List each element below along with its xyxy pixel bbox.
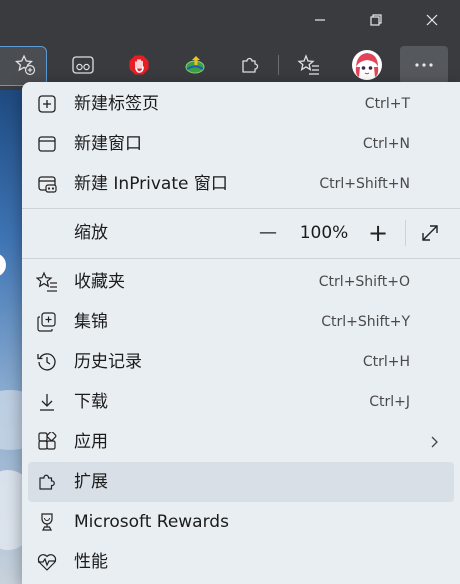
menu-divider: [22, 258, 460, 259]
menu-item-favorites[interactable]: 收藏夹 Ctrl+Shift+O: [22, 262, 460, 302]
settings-and-more-menu: 新建标签页 Ctrl+T 新建窗口 Ctrl+N 新建 InPrivate 窗口…: [22, 82, 460, 584]
favorites-button[interactable]: [292, 48, 326, 82]
zoom-in-button[interactable]: +: [364, 212, 392, 254]
full-screen-button[interactable]: [418, 222, 442, 244]
close-button[interactable]: [404, 0, 460, 40]
favorite-star-add-icon: [14, 54, 36, 76]
collections-icon: [36, 311, 58, 333]
menu-item-shortcut: Ctrl+Shift+N: [319, 176, 410, 192]
more-menu-icon: [415, 63, 433, 67]
rewards-trophy-icon: [36, 511, 58, 533]
extensions-puzzle-icon: [36, 471, 58, 493]
menu-item-collections[interactable]: 集锦 Ctrl+Shift+Y: [22, 302, 460, 342]
restore-button[interactable]: [348, 0, 404, 40]
menu-item-shortcut: Ctrl+T: [364, 96, 410, 112]
favorites-icon: [36, 271, 58, 293]
menu-item-performance[interactable]: 性能: [22, 542, 460, 582]
menu-item-label: 集锦: [74, 312, 108, 332]
add-favorite-button[interactable]: [8, 48, 42, 82]
profile-avatar: [352, 50, 382, 80]
downloader-extension-button[interactable]: [178, 48, 212, 82]
menu-item-zoom: 缩放 — 100% +: [22, 212, 460, 254]
reading-view-button[interactable]: [66, 48, 100, 82]
menu-item-label: 应用: [74, 432, 108, 452]
new-tab-icon: [36, 93, 58, 115]
menu-item-label: 历史记录: [74, 352, 142, 372]
menu-item-label: 性能: [74, 552, 108, 572]
menu-item-shortcut: Ctrl+H: [362, 354, 410, 370]
menu-item-apps[interactable]: 应用: [22, 422, 460, 462]
extensions-button[interactable]: [233, 48, 267, 82]
menu-item-shortcut: Ctrl+Shift+O: [318, 274, 410, 290]
menu-item-shortcut: Ctrl+J: [369, 394, 410, 410]
menu-item-shortcut: Ctrl+Shift+Y: [321, 314, 410, 330]
chevron-right-icon: [426, 434, 442, 450]
menu-item-label: 新建窗口: [74, 134, 142, 154]
zoom-divider: [405, 220, 406, 246]
menu-item-label: 收藏夹: [74, 272, 125, 292]
menu-item-history[interactable]: 历史记录 Ctrl+H: [22, 342, 460, 382]
menu-item-new-tab[interactable]: 新建标签页 Ctrl+T: [22, 84, 460, 124]
adblock-hand-icon: [129, 55, 149, 75]
menu-item-downloads[interactable]: 下载 Ctrl+J: [22, 382, 460, 422]
download-icon: [36, 391, 58, 413]
menu-item-microsoft-rewards[interactable]: Microsoft Rewards: [22, 502, 460, 542]
zoom-out-button[interactable]: —: [254, 212, 282, 254]
menu-item-label: 新建 InPrivate 窗口: [74, 174, 228, 194]
menu-item-label: 下载: [74, 392, 108, 412]
downloader-icon: [185, 56, 205, 74]
restore-icon: [370, 14, 382, 26]
menu-item-label: 新建标签页: [74, 94, 159, 114]
menu-item-extensions[interactable]: 扩展: [28, 462, 454, 502]
menu-item-new-inprivate-window[interactable]: 新建 InPrivate 窗口 Ctrl+Shift+N: [22, 164, 460, 204]
favorites-icon: [297, 54, 319, 75]
profile-button[interactable]: [350, 48, 384, 82]
toolbar-divider: [278, 55, 279, 75]
adblock-extension-button[interactable]: [122, 48, 156, 82]
menu-item-label: 扩展: [74, 472, 108, 492]
minimize-icon: [315, 19, 325, 21]
close-icon: [426, 14, 438, 26]
extensions-puzzle-icon: [242, 57, 259, 73]
settings-and-more-button[interactable]: [400, 46, 448, 84]
menu-item-label: Microsoft Rewards: [74, 512, 229, 532]
full-screen-icon: [422, 225, 438, 241]
history-icon: [36, 351, 58, 373]
zoom-level-value: 100%: [299, 223, 349, 243]
zoom-label: 缩放: [74, 223, 108, 243]
menu-divider: [22, 208, 460, 209]
reading-view-icon: [72, 56, 94, 74]
apps-icon: [36, 431, 58, 453]
menu-item-new-window[interactable]: 新建窗口 Ctrl+N: [22, 124, 460, 164]
performance-heart-icon: [36, 551, 58, 573]
new-window-icon: [36, 133, 58, 155]
menu-item-shortcut: Ctrl+N: [362, 136, 410, 152]
title-bar: [0, 0, 460, 40]
minimize-button[interactable]: [292, 0, 348, 40]
inprivate-window-icon: [36, 173, 58, 195]
